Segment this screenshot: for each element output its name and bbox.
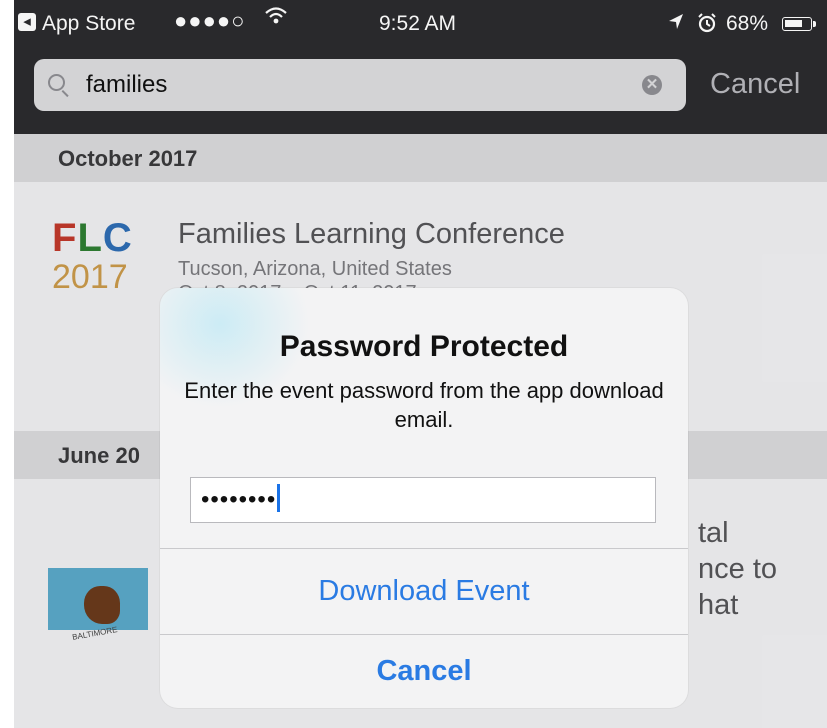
- text-caret: [277, 484, 281, 512]
- alert-title: Password Protected: [279, 330, 569, 363]
- alert-message: Enter the event password from the app do…: [184, 378, 664, 432]
- password-field[interactable]: ••••••••: [190, 477, 656, 523]
- password-alert-dialog: Password Protected Enter the event passw…: [160, 288, 688, 708]
- alert-cancel-button[interactable]: Cancel: [160, 635, 688, 708]
- password-input[interactable]: ••••••••: [201, 486, 276, 513]
- download-event-button[interactable]: Download Event: [160, 549, 688, 634]
- phone-screen: ◂ App Store ●●●●○ 9:52 AM 68% families ✕…: [14, 0, 827, 728]
